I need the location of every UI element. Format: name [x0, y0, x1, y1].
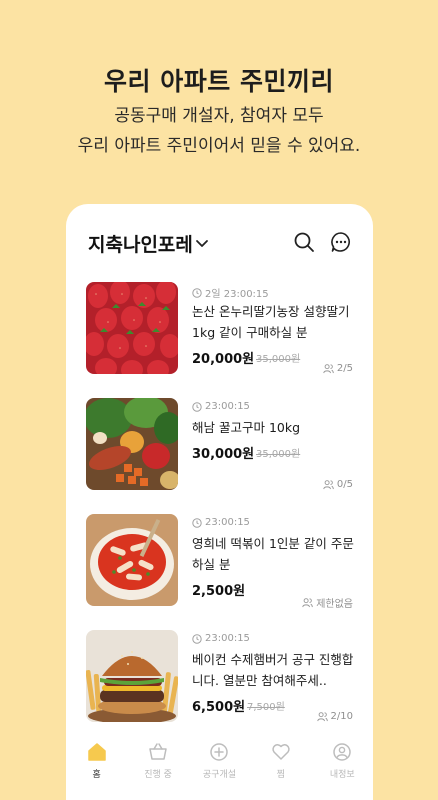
- item-title[interactable]: 해남 꿀고구마 10kg: [192, 417, 354, 438]
- time-text: 23:00:15: [205, 401, 250, 412]
- clock-icon: [192, 633, 202, 644]
- phone-screen: 지축나인포레 2일 23:00:15 논산 온누리딸기농장 설향딸기 1kg 같…: [66, 204, 373, 800]
- item-price: 30,000원: [192, 447, 255, 462]
- people-icon: [323, 364, 334, 374]
- participant-count: 0/5: [323, 479, 353, 490]
- clock-icon: [192, 401, 202, 412]
- plus-circle-icon: [210, 743, 229, 761]
- time-text: 2일 23:00:15: [205, 289, 269, 300]
- participant-count: 제한없음: [302, 595, 353, 610]
- app-header: 지축나인포레: [66, 204, 373, 274]
- time-text: 23:00:15: [205, 517, 250, 528]
- promo-headline: 우리 아파트 주민끼리: [104, 67, 334, 96]
- participant-count: 2/5: [323, 363, 353, 374]
- product-image-vegetables: [86, 398, 178, 490]
- list-item[interactable]: 2일 23:00:15 논산 온누리딸기농장 설향딸기 1kg 같이 구매하실 …: [66, 282, 373, 398]
- time-remaining: 2일 23:00:15: [192, 285, 269, 300]
- item-title[interactable]: 논산 온누리딸기농장 설향딸기 1kg 같이 구매하실 분: [192, 301, 354, 343]
- item-price: 2,500원: [192, 584, 246, 599]
- product-image-burger: [86, 630, 178, 722]
- product-image-strawberries: [86, 282, 178, 374]
- tab-wishlist[interactable]: 찜: [250, 742, 311, 780]
- participant-count: 2/10: [316, 711, 353, 722]
- promo-subtitle-2: 우리 아파트 주민이어서 믿을 수 있어요.: [77, 136, 361, 156]
- home-icon: [87, 743, 106, 761]
- chat-icon[interactable]: [330, 231, 352, 253]
- item-title[interactable]: 영희네 떡볶이 1인분 같이 주문하실 분: [192, 533, 354, 575]
- time-remaining: 23:00:15: [192, 401, 250, 412]
- tab-home[interactable]: 홈: [66, 742, 127, 780]
- people-icon: [323, 480, 334, 490]
- list-item[interactable]: 23:00:15 베이컨 수제햄버거 공구 진행합니다. 열분만 참여해주세..…: [66, 630, 373, 746]
- people-icon: [302, 598, 314, 608]
- search-icon[interactable]: [293, 231, 315, 253]
- chevron-down-icon[interactable]: [194, 235, 210, 251]
- tab-create-group-buy[interactable]: 공구개설: [189, 742, 250, 780]
- people-icon: [316, 712, 328, 722]
- time-remaining: 23:00:15: [192, 517, 250, 528]
- user-icon: [333, 743, 351, 761]
- item-price: 20,000원: [192, 352, 255, 367]
- item-price: 6,500원: [192, 700, 246, 715]
- item-original-price: 7,500원: [247, 702, 285, 713]
- item-title[interactable]: 베이컨 수제햄버거 공구 진행합니다. 열분만 참여해주세..: [192, 649, 354, 691]
- clock-icon: [192, 287, 202, 298]
- tab-my-info[interactable]: 내정보: [312, 742, 373, 780]
- clock-icon: [192, 517, 202, 528]
- item-original-price: 35,000원: [256, 449, 301, 460]
- list-item[interactable]: 23:00:15 해남 꿀고구마 10kg 30,000원 35,000원 0/…: [66, 398, 373, 514]
- product-image-tteokbokki: [86, 514, 178, 606]
- bottom-tab-bar: 홈 진행 중 공구개설 찜 내정보: [66, 742, 373, 800]
- tab-in-progress[interactable]: 진행 중: [128, 742, 189, 780]
- item-original-price: 35,000원: [256, 354, 301, 365]
- list-item[interactable]: 23:00:15 영희네 떡볶이 1인분 같이 주문하실 분 2,500원 제한…: [66, 514, 373, 630]
- basket-icon: [149, 743, 167, 760]
- time-remaining: 23:00:15: [192, 633, 250, 644]
- time-text: 23:00:15: [205, 633, 250, 644]
- apartment-name[interactable]: 지축나인포레: [88, 230, 193, 257]
- promo-subtitle-1: 공동구매 개설자, 참여자 모두: [114, 106, 324, 126]
- heart-icon: [272, 744, 290, 760]
